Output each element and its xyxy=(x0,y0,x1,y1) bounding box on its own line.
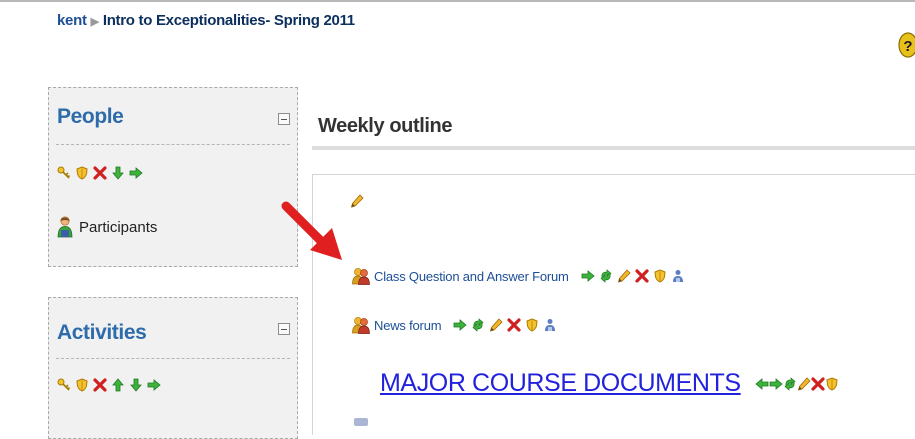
duplicate-icon[interactable] xyxy=(599,269,613,283)
participants-link[interactable]: Participants xyxy=(57,216,157,238)
edit-icon[interactable] xyxy=(797,377,811,391)
move-right-icon[interactable] xyxy=(581,269,595,283)
delete-icon[interactable] xyxy=(811,377,825,391)
section-title-underline xyxy=(312,146,915,150)
key-icon[interactable] xyxy=(57,166,71,180)
annotation-arrow-icon xyxy=(281,201,342,260)
move-right-icon[interactable] xyxy=(147,378,161,392)
edit-icon[interactable] xyxy=(617,269,631,283)
top-border xyxy=(0,0,915,2)
section-title: Weekly outline xyxy=(318,115,453,137)
move-down-icon[interactable] xyxy=(111,166,125,180)
svg-text:?: ? xyxy=(903,38,912,55)
breadcrumb: kent ▶ Intro to Exceptionalities- Spring 2… xyxy=(57,12,355,29)
breadcrumb-separator-icon: ▶ xyxy=(90,16,99,28)
activity-item: Class Question and Answer Forum xyxy=(352,267,685,285)
duplicate-icon[interactable] xyxy=(471,318,485,332)
delete-icon[interactable] xyxy=(635,269,649,283)
move-up-icon[interactable] xyxy=(111,378,125,392)
label-item: MAJOR COURSE DOCUMENTS xyxy=(380,369,839,398)
major-course-documents-label[interactable]: MAJOR COURSE DOCUMENTS xyxy=(380,369,741,398)
people-block: People Participants xyxy=(48,87,298,267)
group-icon[interactable] xyxy=(671,269,685,283)
delete-icon[interactable] xyxy=(507,318,521,332)
activities-block: Activities xyxy=(48,297,298,439)
participants-label[interactable]: Participants xyxy=(79,219,157,236)
shield-icon[interactable] xyxy=(653,269,667,283)
help-icon[interactable]: ? xyxy=(897,32,915,58)
edit-summary-icon[interactable] xyxy=(350,193,364,209)
delete-icon[interactable] xyxy=(93,166,107,180)
forum-icon xyxy=(352,267,370,285)
move-down-icon[interactable] xyxy=(129,378,143,392)
activity-link[interactable]: News forum xyxy=(374,318,442,333)
activities-block-title: Activities xyxy=(57,321,147,344)
key-icon[interactable] xyxy=(57,378,71,392)
breadcrumb-current: Intro to Exceptionalities- Spring 2011 xyxy=(102,12,355,29)
people-block-title: People xyxy=(57,105,124,128)
participants-icon xyxy=(57,216,73,238)
people-controls xyxy=(57,166,143,180)
forum-icon xyxy=(352,316,370,334)
activity-item: News forum xyxy=(352,316,557,334)
divider xyxy=(56,358,290,359)
group-icon[interactable] xyxy=(543,318,557,332)
shield-icon[interactable] xyxy=(75,166,89,180)
people-collapse-icon[interactable] xyxy=(278,113,290,125)
delete-icon[interactable] xyxy=(93,378,107,392)
divider xyxy=(56,144,290,145)
breadcrumb-home-link[interactable]: kent xyxy=(57,12,87,29)
shield-icon[interactable] xyxy=(525,318,539,332)
edit-icon[interactable] xyxy=(489,318,503,332)
shield-icon[interactable] xyxy=(75,378,89,392)
duplicate-icon[interactable] xyxy=(783,377,797,391)
move-right-icon[interactable] xyxy=(453,318,467,332)
activities-collapse-icon[interactable] xyxy=(278,323,290,335)
move-left-icon[interactable] xyxy=(755,377,769,391)
activity-link[interactable]: Class Question and Answer Forum xyxy=(374,269,569,284)
activities-controls xyxy=(57,378,161,392)
resource-icon xyxy=(354,418,368,426)
move-right-icon[interactable] xyxy=(129,166,143,180)
move-right-icon[interactable] xyxy=(769,377,783,391)
shield-icon[interactable] xyxy=(825,377,839,391)
